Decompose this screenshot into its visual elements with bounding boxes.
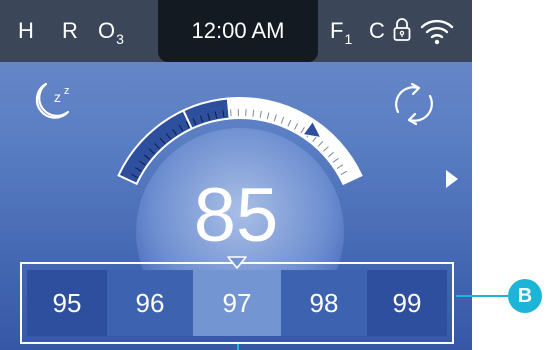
- callout-leader-line: [456, 295, 512, 297]
- clock-time: 12:00 AM: [191, 18, 285, 43]
- status-r-label: R: [62, 18, 78, 43]
- temperature-readout: 85: [193, 173, 279, 258]
- status-o3-label: O3: [98, 18, 124, 47]
- dial-tick: [230, 109, 232, 117]
- temperature-selector: 95 96 97 98 99: [20, 256, 454, 344]
- selection-pointer-icon: [227, 256, 247, 269]
- dial-segment-divider: [231, 98, 236, 119]
- thermostat-screen: H R O3 12:00 AM F1 C z z 85 95 96 97 98 …: [0, 0, 472, 350]
- callout-badge: B: [508, 279, 542, 313]
- callout-leader-line-vertical: [237, 344, 239, 350]
- selector-option[interactable]: 98: [281, 270, 367, 336]
- status-c-label: C: [369, 18, 385, 43]
- selector-option[interactable]: 99: [367, 270, 447, 336]
- status-h-label: H: [18, 18, 34, 43]
- clock[interactable]: 12:00 AM: [158, 0, 318, 62]
- selector-option-selected[interactable]: 97: [193, 270, 281, 336]
- status-bar: H R O3 12:00 AM F1 C: [0, 0, 472, 62]
- selector-option[interactable]: 95: [27, 270, 107, 336]
- lock-icon: [393, 18, 411, 41]
- selector-option[interactable]: 96: [107, 270, 193, 336]
- status-f1-label: F1: [330, 18, 353, 47]
- wifi-icon: [420, 19, 454, 45]
